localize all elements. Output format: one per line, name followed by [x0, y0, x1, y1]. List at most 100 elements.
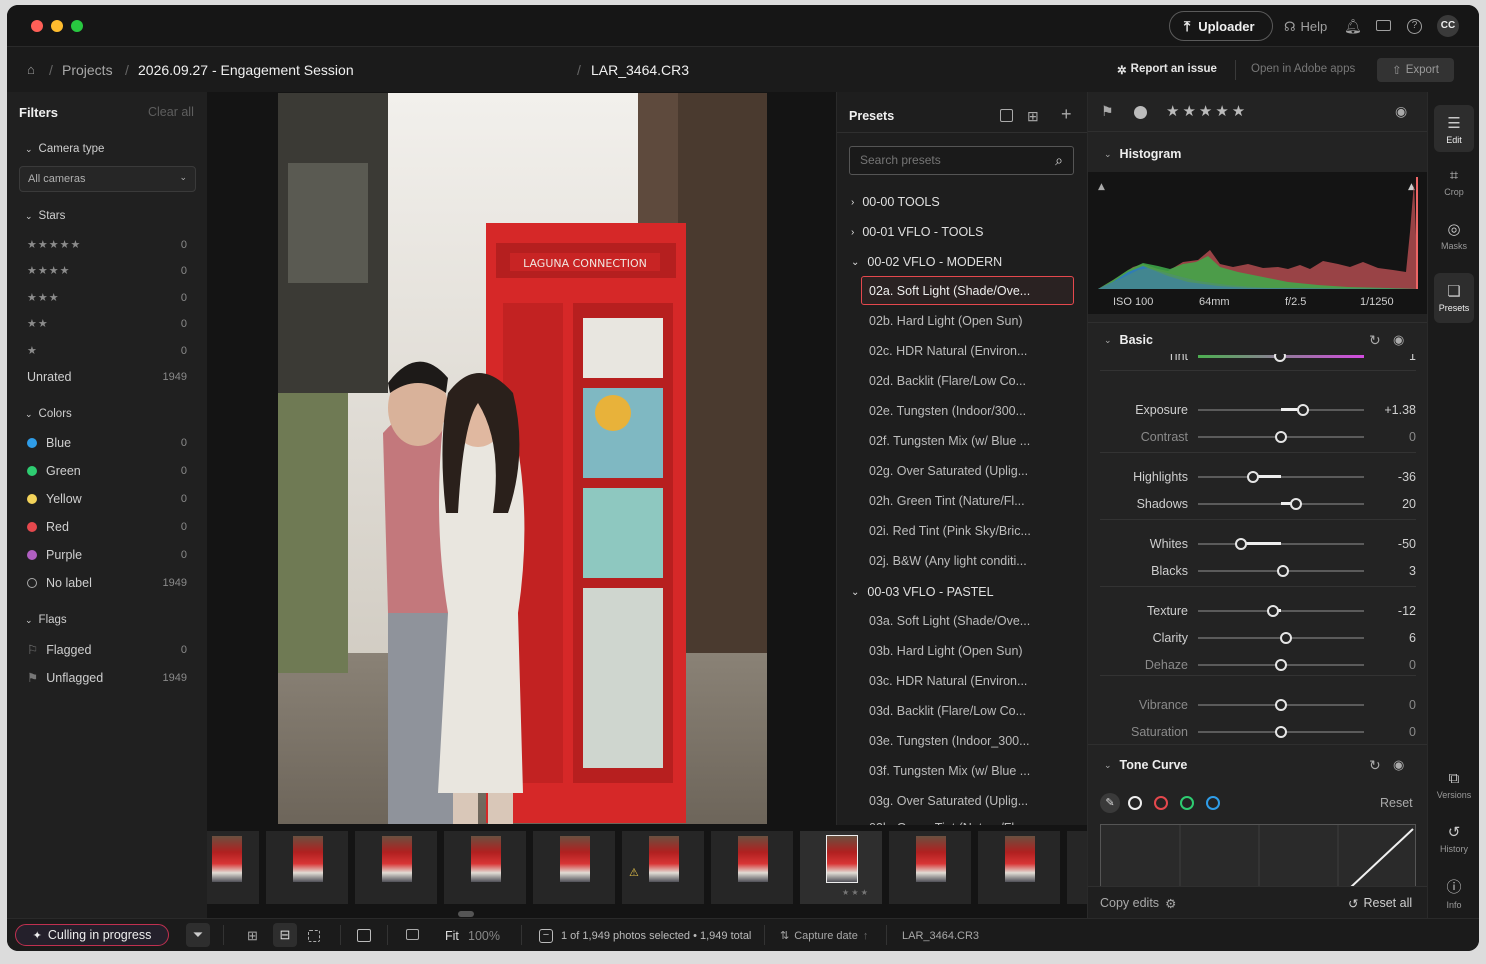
preset-item[interactable]: 02j. B&W (Any light conditi... — [869, 554, 1027, 568]
deselect-checkbox[interactable]: − — [539, 929, 553, 943]
filter-stars-1[interactable]: ★ 0 — [27, 344, 187, 358]
slider-knob[interactable] — [1276, 565, 1289, 577]
filmstrip[interactable]: ⚠ ★ ★ ★ — [207, 825, 1087, 918]
curve-channel-blue[interactable] — [1206, 796, 1220, 810]
camera-select[interactable]: All cameras ⌄ — [19, 166, 196, 192]
preset-item[interactable]: 03f. Tungsten Mix (w/ Blue ... — [869, 764, 1030, 778]
thumbnail[interactable] — [889, 831, 971, 904]
curve-channel-white[interactable] — [1128, 796, 1142, 810]
blacks-slider[interactable]: Blacks 3 — [1088, 561, 1428, 581]
slider-knob[interactable] — [1274, 354, 1286, 362]
highlights-slider[interactable]: Highlights -36 — [1088, 467, 1428, 487]
tone-curve-section-header[interactable]: ⌄ Tone Curve — [1104, 758, 1187, 772]
eye-icon[interactable]: ◉ — [1395, 103, 1407, 120]
import-presets-icon[interactable] — [1000, 109, 1013, 122]
slider-knob[interactable] — [1289, 498, 1302, 510]
sort-button[interactable]: ⇅ Capture date ↑ — [780, 919, 868, 951]
thumbnail-selected[interactable]: ★ ★ ★ — [800, 831, 882, 904]
minimize-window-button[interactable] — [51, 20, 63, 32]
preset-item[interactable]: 03b. Hard Light (Open Sun) — [869, 644, 1023, 658]
filter-unflagged[interactable]: ⚑ Unflagged 1949 — [27, 670, 187, 686]
preset-item[interactable]: 03c. HDR Natural (Environ... — [869, 674, 1027, 688]
basic-section-header[interactable]: ⌄ Basic — [1104, 333, 1153, 347]
home-icon[interactable]: ⌂ — [27, 62, 35, 77]
eye-icon[interactable]: ◉ — [1393, 757, 1404, 773]
filter-flagged[interactable]: ⚐ Flagged 0 — [27, 642, 187, 658]
color-label-icon[interactable] — [1134, 106, 1147, 119]
clear-all-button[interactable]: Clear all — [148, 105, 194, 119]
filter-color-red[interactable]: Red 0 — [27, 520, 187, 534]
crop-tool[interactable]: ⌗ Crop — [1434, 167, 1474, 197]
bell-icon[interactable]: 🔔︎ — [1344, 18, 1362, 35]
history-tool[interactable]: ↺ History — [1434, 823, 1474, 854]
preset-item[interactable]: 02d. Backlit (Flare/Low Co... — [869, 374, 1026, 388]
fit-button[interactable]: Fit — [445, 919, 459, 951]
avatar[interactable]: CC — [1437, 15, 1459, 37]
slider-knob[interactable] — [1266, 605, 1279, 617]
report-issue-button[interactable]: ✲ Report an issue — [1117, 63, 1217, 77]
loupe-view-icon[interactable]: ⊟ — [273, 923, 297, 947]
tone-curve-graph[interactable] — [1100, 824, 1416, 886]
export-button[interactable]: ⇧ Export — [1377, 58, 1454, 82]
filter-color-green[interactable]: Green 0 — [27, 464, 187, 478]
vibrance-slider[interactable]: Vibrance 0 — [1088, 695, 1428, 715]
breadcrumb-projects[interactable]: Projects — [62, 62, 113, 78]
grid-view-icon[interactable]: ⊞ — [247, 928, 258, 944]
slider-knob[interactable] — [1275, 431, 1287, 443]
presets-tool[interactable]: ❏ Presets — [1434, 282, 1474, 313]
thumbnail[interactable] — [355, 831, 437, 904]
zoom-level[interactable]: 100% — [468, 919, 500, 951]
thumbnail[interactable] — [978, 831, 1060, 904]
question-icon[interactable]: ? — [1407, 19, 1422, 34]
edit-tool[interactable]: ☰ Edit — [1434, 114, 1474, 145]
uploader-button[interactable]: ⤒ Uploader — [1169, 11, 1273, 41]
contrast-slider[interactable]: Contrast 0 — [1088, 427, 1428, 447]
filter-stars-3[interactable]: ★★★ 0 — [27, 291, 187, 305]
info-tool[interactable]: ⓘ Info — [1434, 876, 1474, 910]
culling-progress-button[interactable]: ✦ Culling in progress — [15, 924, 169, 946]
photo-viewer[interactable]: LAGUNA CONNECTION — [207, 92, 836, 825]
stars-section[interactable]: ⌄ Stars — [25, 210, 65, 222]
curve-channel-red[interactable] — [1154, 796, 1168, 810]
filter-color-yellow[interactable]: Yellow 0 — [27, 492, 187, 506]
slider-knob[interactable] — [1246, 471, 1259, 483]
thumbnail[interactable]: ⚠ — [622, 831, 704, 904]
filter-no-label[interactable]: No label 1949 — [27, 576, 187, 590]
preset-item[interactable]: 02b. Hard Light (Open Sun) — [869, 314, 1023, 328]
filter-stars-4[interactable]: ★★★★ 0 — [27, 264, 187, 278]
filter-color-purple[interactable]: Purple 0 — [27, 548, 187, 562]
curve-channel-green[interactable] — [1180, 796, 1194, 810]
preset-item[interactable]: 03a. Soft Light (Shade/Ove... — [869, 614, 1030, 628]
panel-toggle-icon[interactable] — [357, 929, 371, 942]
saturation-slider[interactable]: Saturation 0 — [1088, 722, 1428, 742]
filter-icon[interactable]: ⏷ — [186, 923, 210, 947]
preset-item[interactable]: 02h. Green Tint (Nature/Fl... — [869, 494, 1025, 508]
slider-knob[interactable] — [1275, 659, 1287, 671]
reset-icon[interactable]: ↻ — [1369, 757, 1381, 774]
dehaze-slider[interactable]: Dehaze 0 — [1088, 655, 1428, 675]
thumbnail[interactable] — [444, 831, 526, 904]
whites-slider[interactable]: Whites -50 — [1088, 534, 1428, 554]
slider-knob[interactable] — [1279, 632, 1292, 644]
tint-slider[interactable]: Tint 1 — [1088, 354, 1428, 366]
preset-item[interactable]: 02i. Red Tint (Pink Sky/Bric... — [869, 524, 1031, 538]
point-curve-icon[interactable]: ✎ — [1100, 793, 1120, 813]
clarity-slider[interactable]: Clarity 6 — [1088, 628, 1428, 648]
masks-tool[interactable]: ◎ Masks — [1434, 220, 1474, 251]
camera-type-section[interactable]: ⌄ Camera type — [25, 143, 104, 155]
filter-stars-2[interactable]: ★★ 0 — [27, 317, 187, 331]
preset-item[interactable]: 02e. Tungsten (Indoor/300... — [869, 404, 1026, 418]
keyboard-icon[interactable] — [1376, 20, 1391, 31]
slider-knob[interactable] — [1275, 699, 1287, 711]
histogram-section-header[interactable]: ⌄ Histogram — [1104, 147, 1181, 161]
reset-icon[interactable]: ↻ — [1369, 332, 1381, 349]
slider-knob[interactable] — [1296, 404, 1309, 416]
add-preset-icon[interactable]: + — [1061, 104, 1072, 125]
preset-group-vflo-tools[interactable]: › 00-01 VFLO - TOOLS — [851, 225, 983, 239]
exposure-slider[interactable]: Exposure +1.38 — [1088, 400, 1428, 420]
preset-group-vflo-modern[interactable]: ⌄ 00-02 VFLO - MODERN — [851, 255, 1002, 269]
preset-item[interactable]: 03e. Tungsten (Indoor_300... — [869, 734, 1030, 748]
thumbnail[interactable] — [711, 831, 793, 904]
flags-section[interactable]: ⌄ Flags — [25, 614, 67, 626]
copy-edits-button[interactable]: Copy edits ⚙ — [1100, 896, 1176, 911]
